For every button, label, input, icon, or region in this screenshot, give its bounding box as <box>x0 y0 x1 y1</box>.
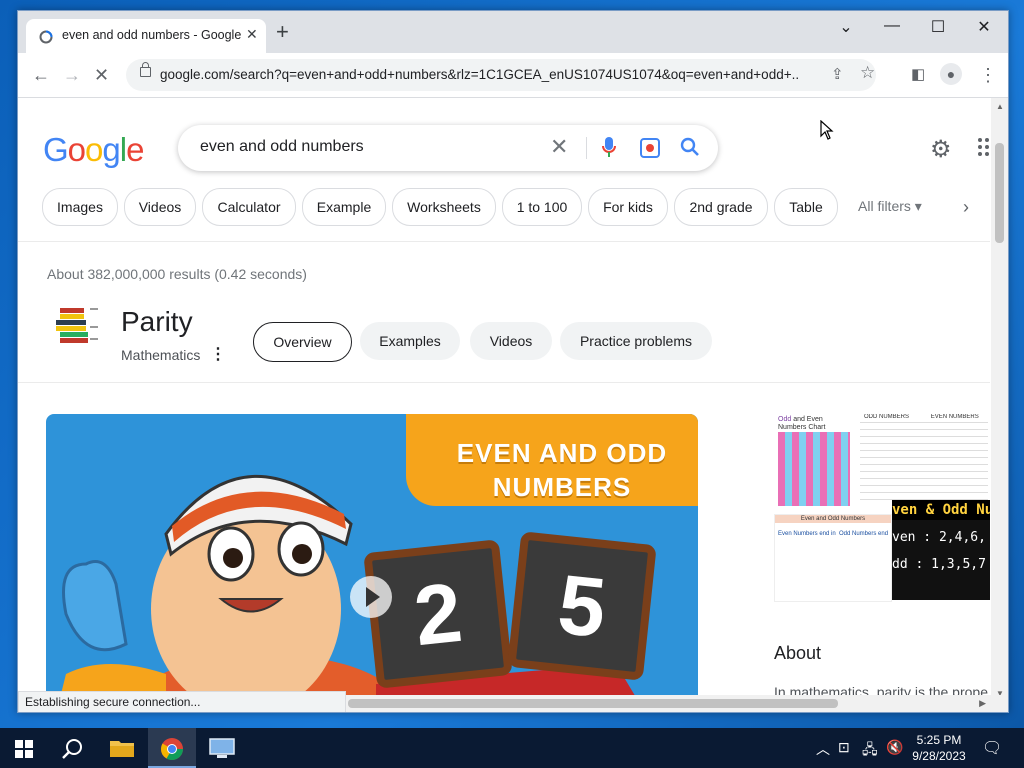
search-results-page: Google even and odd numbers ✕ ⚙ Images V… <box>18 98 990 698</box>
forward-button[interactable]: → <box>63 65 81 85</box>
knowledge-panel-subtitle: Mathematics <box>121 347 201 363</box>
clock-date: 9/28/2023 <box>912 749 966 763</box>
tab-strip: even and odd numbers - Google Search ✕ +… <box>18 11 1008 53</box>
minimize-button[interactable]: — <box>872 17 912 35</box>
tab-examples[interactable]: Examples <box>360 322 460 360</box>
search-box[interactable]: even and odd numbers ✕ <box>178 125 718 171</box>
odd-even-chart-image[interactable]: Odd and Even Numbers Chart <box>774 414 854 510</box>
board-digit-right: 5 <box>507 531 657 681</box>
start-button[interactable] <box>0 728 48 768</box>
number-grid-image[interactable]: ODD NUMBERS EVEN NUMBERS <box>856 414 990 510</box>
profile-avatar-icon[interactable]: ● <box>940 63 962 85</box>
tab-overview[interactable]: Overview <box>253 322 352 362</box>
volume-muted-icon[interactable]: 🔇 <box>886 739 903 756</box>
bookmark-star-icon[interactable]: ☆ <box>860 63 875 83</box>
browser-menu-icon[interactable]: ⋮ <box>979 65 997 85</box>
file-explorer-button[interactable] <box>98 728 146 768</box>
search-icon[interactable] <box>680 137 700 157</box>
stop-loading-button[interactable]: ✕ <box>94 65 109 85</box>
network-app-button[interactable] <box>198 728 246 768</box>
security-tray-icon[interactable]: ⊡ <box>838 739 850 756</box>
knowledge-panel-title: Parity <box>121 306 193 337</box>
chip-2nd-grade[interactable]: 2nd grade <box>674 188 768 226</box>
back-button[interactable]: ← <box>32 65 50 85</box>
windows-logo-icon <box>15 740 33 758</box>
even-odd-blackboard-image[interactable]: ven & Odd Nu ven : 2,4,6, dd : 1,3,5,7 <box>892 500 990 600</box>
taskbar-search-button[interactable] <box>48 728 96 768</box>
panel-divider <box>18 382 990 383</box>
image-grid: Odd and Even Numbers Chart ODD NUMBERS E… <box>774 414 990 602</box>
chrome-icon <box>161 738 183 760</box>
vertical-scrollbar[interactable]: ▲ ▼ <box>991 98 1008 702</box>
even-odd-endings-image[interactable]: Even and Odd Numbers Even Numbers end in… <box>774 514 892 602</box>
mouse-cursor-icon <box>820 120 834 140</box>
chips-next-arrow-icon[interactable]: › <box>963 197 969 218</box>
new-tab-button[interactable]: + <box>276 21 289 43</box>
chrome-taskbar-button[interactable] <box>148 728 196 768</box>
maximize-button[interactable]: ☐ <box>918 17 958 37</box>
network-tray-icon[interactable]: 🖧 <box>862 739 878 763</box>
scroll-right-icon[interactable]: ▶ <box>979 698 986 709</box>
chip-for-kids[interactable]: For kids <box>588 188 668 226</box>
tab-videos[interactable]: Videos <box>470 322 552 360</box>
close-window-button[interactable]: ✕ <box>964 17 1004 37</box>
horizontal-scroll-thumb[interactable] <box>348 699 838 708</box>
google-logo[interactable]: Google <box>43 131 144 169</box>
settings-gear-icon[interactable]: ⚙ <box>930 135 952 164</box>
vertical-scroll-thumb[interactable] <box>995 143 1004 243</box>
scroll-up-icon[interactable]: ▲ <box>996 102 1004 111</box>
show-hidden-icons-icon[interactable]: ︿ <box>816 739 830 759</box>
chip-worksheets[interactable]: Worksheets <box>392 188 496 226</box>
chip-videos[interactable]: Videos <box>124 188 196 226</box>
search-icon <box>62 739 82 759</box>
notifications-icon[interactable]: 🗨 <box>982 738 1002 758</box>
share-icon[interactable]: ⇪ <box>831 65 844 83</box>
tab-title: even and odd numbers - Google Search <box>62 28 242 42</box>
parity-thumbnail-image[interactable] <box>46 304 104 352</box>
tab-practice-problems[interactable]: Practice problems <box>560 322 712 360</box>
address-bar[interactable]: google.com/search?q=even+and+odd+numbers… <box>126 59 876 91</box>
lens-search-icon[interactable] <box>640 138 660 158</box>
system-clock[interactable]: 5:25 PM 9/28/2023 <box>906 732 972 764</box>
search-divider <box>586 137 587 159</box>
about-heading: About <box>774 643 822 663</box>
chip-1-to-100[interactable]: 1 to 100 <box>502 188 582 226</box>
chrome-window: even and odd numbers - Google Search ✕ +… <box>17 10 1009 713</box>
lock-icon[interactable] <box>140 62 151 77</box>
play-icon[interactable] <box>350 576 392 618</box>
side-panel-icon[interactable]: ◧ <box>911 65 925 85</box>
clear-search-icon[interactable]: ✕ <box>550 134 568 160</box>
board-digit-left: 2 <box>363 539 513 689</box>
chip-example[interactable]: Example <box>302 188 386 226</box>
voice-search-icon[interactable] <box>602 137 616 159</box>
search-input[interactable]: even and odd numbers <box>200 138 364 156</box>
header-divider <box>18 241 990 242</box>
clock-time: 5:25 PM <box>916 733 962 747</box>
tab-search-icon[interactable]: ⌄ <box>826 17 866 37</box>
video-thumbnail[interactable]: EVEN AND ODD NUMBERS 2 5 <box>46 414 698 698</box>
computer-monitor-icon <box>209 738 235 758</box>
taskbar: ︿ ⊡ 🖧 🔇 5:25 PM 9/28/2023 🗨 <box>0 728 1024 768</box>
loading-favicon-icon <box>39 30 53 44</box>
browser-tab[interactable]: even and odd numbers - Google Search ✕ <box>26 19 266 53</box>
url-text[interactable]: google.com/search?q=even+and+odd+numbers… <box>160 67 800 82</box>
tab-close-icon[interactable]: ✕ <box>246 26 258 43</box>
folder-icon <box>110 741 134 757</box>
google-apps-icon[interactable] <box>978 138 990 156</box>
all-filters-button[interactable]: All filters ▾ <box>858 198 922 215</box>
status-bubble: Establishing secure connection... <box>18 691 346 712</box>
browser-toolbar: ← → ✕ google.com/search?q=even+and+odd+n… <box>18 53 1008 98</box>
chip-calculator[interactable]: Calculator <box>202 188 296 226</box>
chip-images[interactable]: Images <box>42 188 118 226</box>
more-options-icon[interactable]: ⋮ <box>210 344 226 364</box>
chip-table[interactable]: Table <box>774 188 838 226</box>
result-stats: About 382,000,000 results (0.42 seconds) <box>47 266 307 282</box>
